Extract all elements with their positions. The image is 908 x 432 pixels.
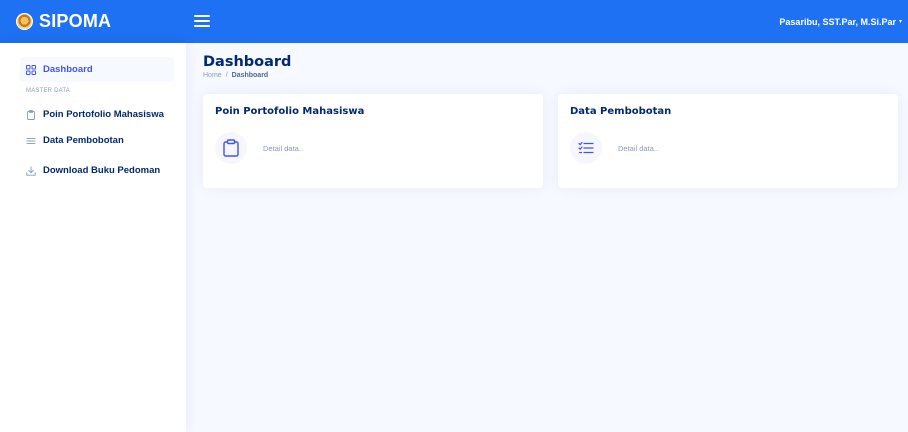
breadcrumb-home[interactable]: Home: [203, 72, 222, 79]
grid-icon: [26, 64, 36, 75]
breadcrumb-separator: /: [225, 72, 228, 79]
card-data-pembobotan: Data Pembobotan Detail data..: [558, 94, 898, 188]
card-title: Data Pembobotan: [570, 106, 672, 117]
download-icon: [26, 166, 36, 176]
app-logo[interactable]: SIPOMA: [16, 0, 111, 43]
sidebar-item-label: Download Buku Pedoman: [43, 165, 161, 176]
app-name: SIPOMA: [39, 11, 112, 31]
breadcrumb-current: Dashboard: [231, 72, 269, 79]
sidebar-item-download-buku[interactable]: Download Buku Pedoman: [20, 158, 174, 183]
sidebar-item-data-pembobotan[interactable]: Data Pembobotan: [20, 128, 174, 153]
clipboard-icon: [26, 109, 36, 120]
sidebar-item-label: Data Pembobotan: [43, 135, 124, 146]
page-title: Dashboard: [203, 54, 292, 70]
sidebar-item-label: Dashboard: [43, 64, 93, 75]
chevron-down-icon: ▾: [898, 19, 902, 25]
top-header: SIPOMA Pasaribu, SST.Par, M.Si.Par ▾: [0, 0, 908, 43]
breadcrumb: Home / Dashboard: [203, 72, 268, 79]
detail-data-link[interactable]: Detail data..: [618, 144, 658, 153]
checklist-icon: [570, 132, 602, 164]
card-title: Poin Portofolio Mahasiswa: [215, 106, 365, 117]
user-name: Pasaribu, SST.Par, M.Si.Par: [779, 16, 896, 27]
sipoma-logo-icon: [16, 13, 33, 30]
user-dropdown[interactable]: Pasaribu, SST.Par, M.Si.Par ▾: [779, 0, 902, 43]
list-icon: [26, 136, 36, 146]
hamburger-menu-icon[interactable]: [194, 13, 210, 29]
sidebar-item-poin-portofolio[interactable]: Poin Portofolio Mahasiswa: [20, 102, 174, 127]
sidebar-item-label: Poin Portofolio Mahasiswa: [43, 109, 164, 120]
sidebar-item-dashboard[interactable]: Dashboard: [20, 57, 174, 82]
sidebar-heading: MASTER DATA: [26, 88, 70, 94]
card-poin-portofolio: Poin Portofolio Mahasiswa Detail data..: [203, 94, 543, 188]
detail-data-link[interactable]: Detail data..: [263, 144, 303, 153]
sidebar: Dashboard MASTER DATA Poin Portofolio Ma…: [0, 43, 186, 432]
clipboard-icon: [215, 132, 247, 164]
